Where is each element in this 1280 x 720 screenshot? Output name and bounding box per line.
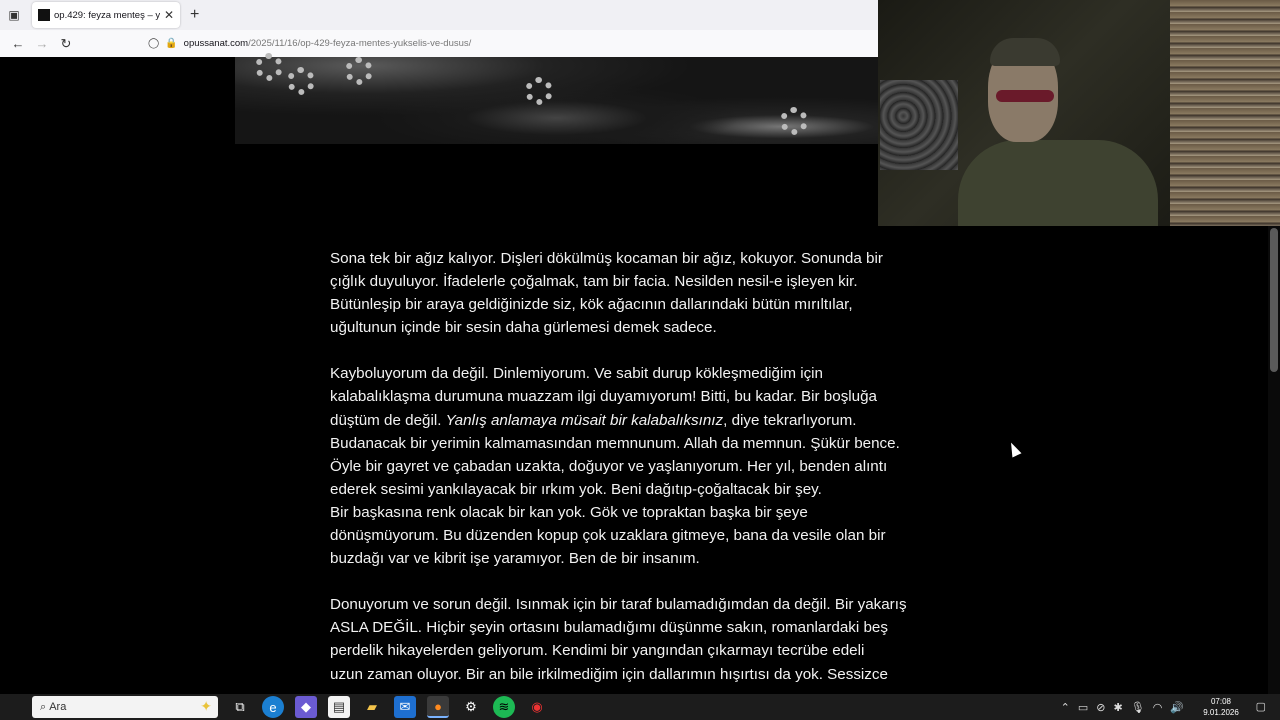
flower-shape [345, 57, 373, 85]
paragraph-2: Kayboluyorum da değil. Dinlemiyorum. Ve … [330, 362, 950, 570]
text-line: Öyle bir gayret ve çabadan uzakta, doğuy… [330, 457, 888, 475]
navigation-bar: ← → ↻ ◯ 🔒 opussanat.com/2025/11/16/op-42… [0, 30, 878, 57]
text-line: ederek sesimi yankılayacak bir ırkım yok… [330, 480, 822, 498]
text-line: uğultunun içinde bir sesin daha gürlemes… [330, 319, 717, 337]
flower-shape [525, 77, 553, 105]
browser-window: ▣ op.429: feyza menteş – yükseliş ✕ + ← … [0, 0, 878, 57]
text-segment: düştüm de değil. [330, 411, 446, 429]
header-image [235, 53, 878, 144]
new-tab-icon[interactable]: + [190, 6, 199, 24]
person-bandana [990, 38, 1060, 66]
tab-list-icon[interactable]: ▣ [4, 5, 24, 25]
forward-icon[interactable]: → [30, 33, 54, 55]
url-host: opussanat.com [183, 38, 249, 49]
page-scrollbar[interactable] [1268, 226, 1280, 694]
search-icon: ⌕ [40, 700, 50, 713]
text-line: Kayboluyorum da değil. Dinlemiyorum. Ve … [330, 365, 823, 383]
task-view-icon[interactable]: ⧉ [229, 696, 251, 718]
painting-image [880, 80, 958, 170]
recorder-icon[interactable]: ◉ [526, 696, 548, 718]
text-segment: , diye tekrarlıyorum. [723, 411, 857, 429]
edge-icon[interactable]: e [262, 696, 284, 718]
lock-icon[interactable]: 🔒 [165, 38, 177, 49]
site-favicon-icon [38, 9, 50, 21]
microphone-icon[interactable]: 🎙 [1131, 701, 1145, 714]
tab-close-icon[interactable]: ✕ [164, 8, 174, 22]
text-line: Budanacak bir yerimin kalmamasından memn… [330, 434, 900, 452]
text-line: ASLA DEĞİL. Hiçbir şeyin ortasını bulama… [330, 619, 888, 637]
search-placeholder: Ara [49, 701, 67, 713]
back-icon[interactable]: ← [6, 33, 30, 55]
bookshelf-image [1170, 0, 1280, 226]
url-path: /2025/11/16/op-429-feyza-mentes-yukselis… [248, 38, 472, 49]
scrollbar-thumb[interactable] [1270, 228, 1278, 372]
paragraph-1: Sona tek bir ağız kalıyor. Dişleri dökül… [330, 247, 950, 339]
spotify-icon[interactable]: ≋ [493, 696, 515, 718]
browser-tab-active[interactable]: op.429: feyza menteş – yükseliş ✕ [32, 2, 180, 28]
chevron-up-icon[interactable]: ⌃ [1061, 701, 1070, 714]
text-line: Bir başkasına renk olacak bir kan yok. G… [330, 503, 808, 521]
folder-icon[interactable]: ▰ [361, 696, 383, 718]
address-bar[interactable]: ◯ 🔒 opussanat.com/2025/11/16/op-429-feyz… [148, 33, 868, 55]
person-body [958, 140, 1158, 226]
settings-icon[interactable]: ⚙ [460, 696, 482, 718]
flower-shape [780, 107, 808, 135]
device-icon[interactable]: ▭ [1078, 701, 1088, 714]
text-line: dönüşmüyorum. Bu düzenden kopup çok uzak… [330, 527, 886, 545]
notification-icon[interactable]: ▢ [1256, 700, 1266, 713]
tab-title: op.429: feyza menteş – yükseliş [54, 9, 160, 21]
reload-icon[interactable]: ↻ [54, 33, 78, 55]
system-tray: ⌃ ▭ ⊘ ✱ 🎙 ◠ 🔊 [1053, 694, 1184, 720]
text-line: çığlık duyuluyor. İfadelerle çoğalmak, t… [330, 273, 858, 291]
copilot-icon[interactable]: ◆ [295, 696, 317, 718]
text-line: perdelik hikayelerden geliyorum. Kendimi… [330, 642, 865, 660]
text-line: Sona tek bir ağız kalıyor. Dişleri dökül… [330, 250, 883, 267]
webcam-overlay [878, 0, 1280, 226]
text-line: Donuyorum ve sorun değil. Isınmak için b… [330, 596, 907, 614]
clock-date: 9.01.2026 [1203, 708, 1239, 717]
text-line: buzdağı var ve kibrit işe yaramıyor. Ben… [330, 550, 700, 568]
italic-phrase: Yanlış anlamaya müsait bir kalabalıksını… [445, 411, 724, 429]
tab-bar: ▣ op.429: feyza menteş – yükseliş ✕ + [0, 0, 878, 30]
text-line: uzun zaman oluyor. Bir an bile irkilmedi… [330, 665, 888, 683]
network-off-icon[interactable]: ⊘ [1096, 701, 1105, 714]
mail-icon[interactable]: ✉ [394, 696, 416, 718]
clock-time: 07:08 [1210, 697, 1232, 706]
sparkle-icon: ✦ [200, 698, 212, 714]
text-line: Bütünleşip bir araya geldiğinizde siz, k… [330, 296, 853, 314]
bluetooth-icon[interactable]: ✱ [1114, 701, 1123, 714]
mouse-cursor-icon [1006, 440, 1022, 458]
taskbar-search[interactable]: ⌕ Ara ✦ [32, 696, 218, 718]
flower-shape [287, 67, 315, 95]
text-line: düştüm de değil. Yanlış anlamaya müsait … [330, 409, 950, 432]
article-body: Sona tek bir ağız kalıyor. Dişleri dökül… [330, 247, 950, 709]
person-glasses [996, 90, 1054, 102]
flower-shape [255, 53, 283, 81]
paragraph-3: Donuyorum ve sorun değil. Isınmak için b… [330, 593, 950, 685]
wifi-icon[interactable]: ◠ [1153, 701, 1163, 714]
volume-icon[interactable]: 🔊 [1170, 701, 1184, 714]
store-icon[interactable]: ▤ [328, 696, 350, 718]
taskbar-clock[interactable]: 07:08 9.01.2026 [1196, 696, 1246, 718]
shield-icon[interactable]: ◯ [148, 38, 159, 49]
text-line: kalabalıklaşma durumuna muazzam ilgi duy… [330, 388, 878, 406]
firefox-icon[interactable]: ● [427, 696, 449, 718]
